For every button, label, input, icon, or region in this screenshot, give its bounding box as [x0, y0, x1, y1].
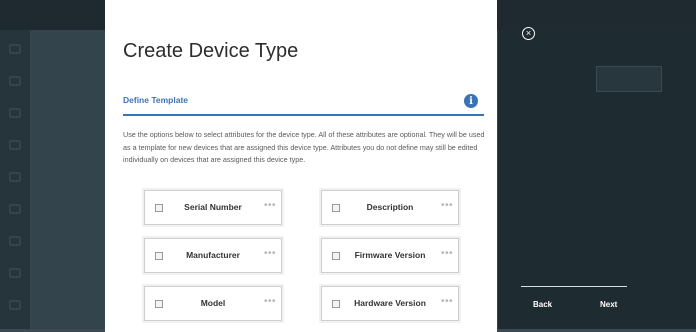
close-icon[interactable]: × — [522, 27, 535, 40]
more-options-icon[interactable]: ••• — [441, 248, 453, 259]
attribute-checkbox[interactable] — [332, 204, 340, 212]
attribute-checkbox[interactable] — [155, 300, 163, 308]
rail-apps-icon — [9, 268, 21, 278]
attribute-label: Hardware Version — [354, 298, 426, 308]
template-description: Use the options below to select attribut… — [123, 130, 485, 164]
attribute-card-firmware-version[interactable]: Firmware Version ••• — [321, 238, 459, 273]
attribute-card-serial-number[interactable]: Serial Number ••• — [144, 190, 282, 225]
rail-settings-icon — [9, 300, 21, 310]
back-button[interactable]: Back — [533, 300, 552, 309]
info-icon[interactable]: i — [464, 94, 478, 108]
attribute-checkbox[interactable] — [332, 300, 340, 308]
attribute-checkbox[interactable] — [155, 204, 163, 212]
rail-dashboard-icon — [9, 76, 21, 86]
more-options-icon[interactable]: ••• — [441, 296, 453, 307]
rail-devices-icon — [9, 108, 21, 118]
section-title: Define Template — [123, 95, 189, 105]
more-options-icon[interactable]: ••• — [264, 248, 276, 259]
attribute-label: Firmware Version — [354, 250, 426, 260]
attribute-label: Serial Number — [184, 202, 242, 212]
attribute-checkbox[interactable] — [332, 252, 340, 260]
dialog-title: Create Device Type — [123, 40, 299, 62]
attribute-label: Manufacturer — [186, 250, 240, 260]
rail-usage-icon — [9, 172, 21, 182]
attribute-card-model[interactable]: Model ••• — [144, 286, 282, 321]
section-divider — [123, 114, 484, 116]
create-device-type-dialog: Create Device Type Define Template i Use… — [105, 0, 497, 332]
attribute-card-description[interactable]: Description ••• — [321, 190, 459, 225]
rail-rules-icon — [9, 204, 21, 214]
background-side-rail — [0, 30, 30, 332]
attribute-label: Model — [200, 298, 226, 308]
rail-menu-icon — [9, 44, 21, 54]
rail-security-icon — [9, 236, 21, 246]
rail-members-icon — [9, 140, 21, 150]
next-button[interactable]: Next — [600, 300, 617, 309]
attribute-checkbox[interactable] — [155, 252, 163, 260]
attribute-card-hardware-version[interactable]: Hardware Version ••• — [321, 286, 459, 321]
attribute-card-manufacturer[interactable]: Manufacturer ••• — [144, 238, 282, 273]
more-options-icon[interactable]: ••• — [441, 200, 453, 211]
more-options-icon[interactable]: ••• — [264, 200, 276, 211]
more-options-icon[interactable]: ••• — [264, 296, 276, 307]
background-action-button — [596, 66, 662, 92]
nav-progress-divider — [521, 286, 627, 287]
attribute-label: Description — [366, 202, 414, 212]
